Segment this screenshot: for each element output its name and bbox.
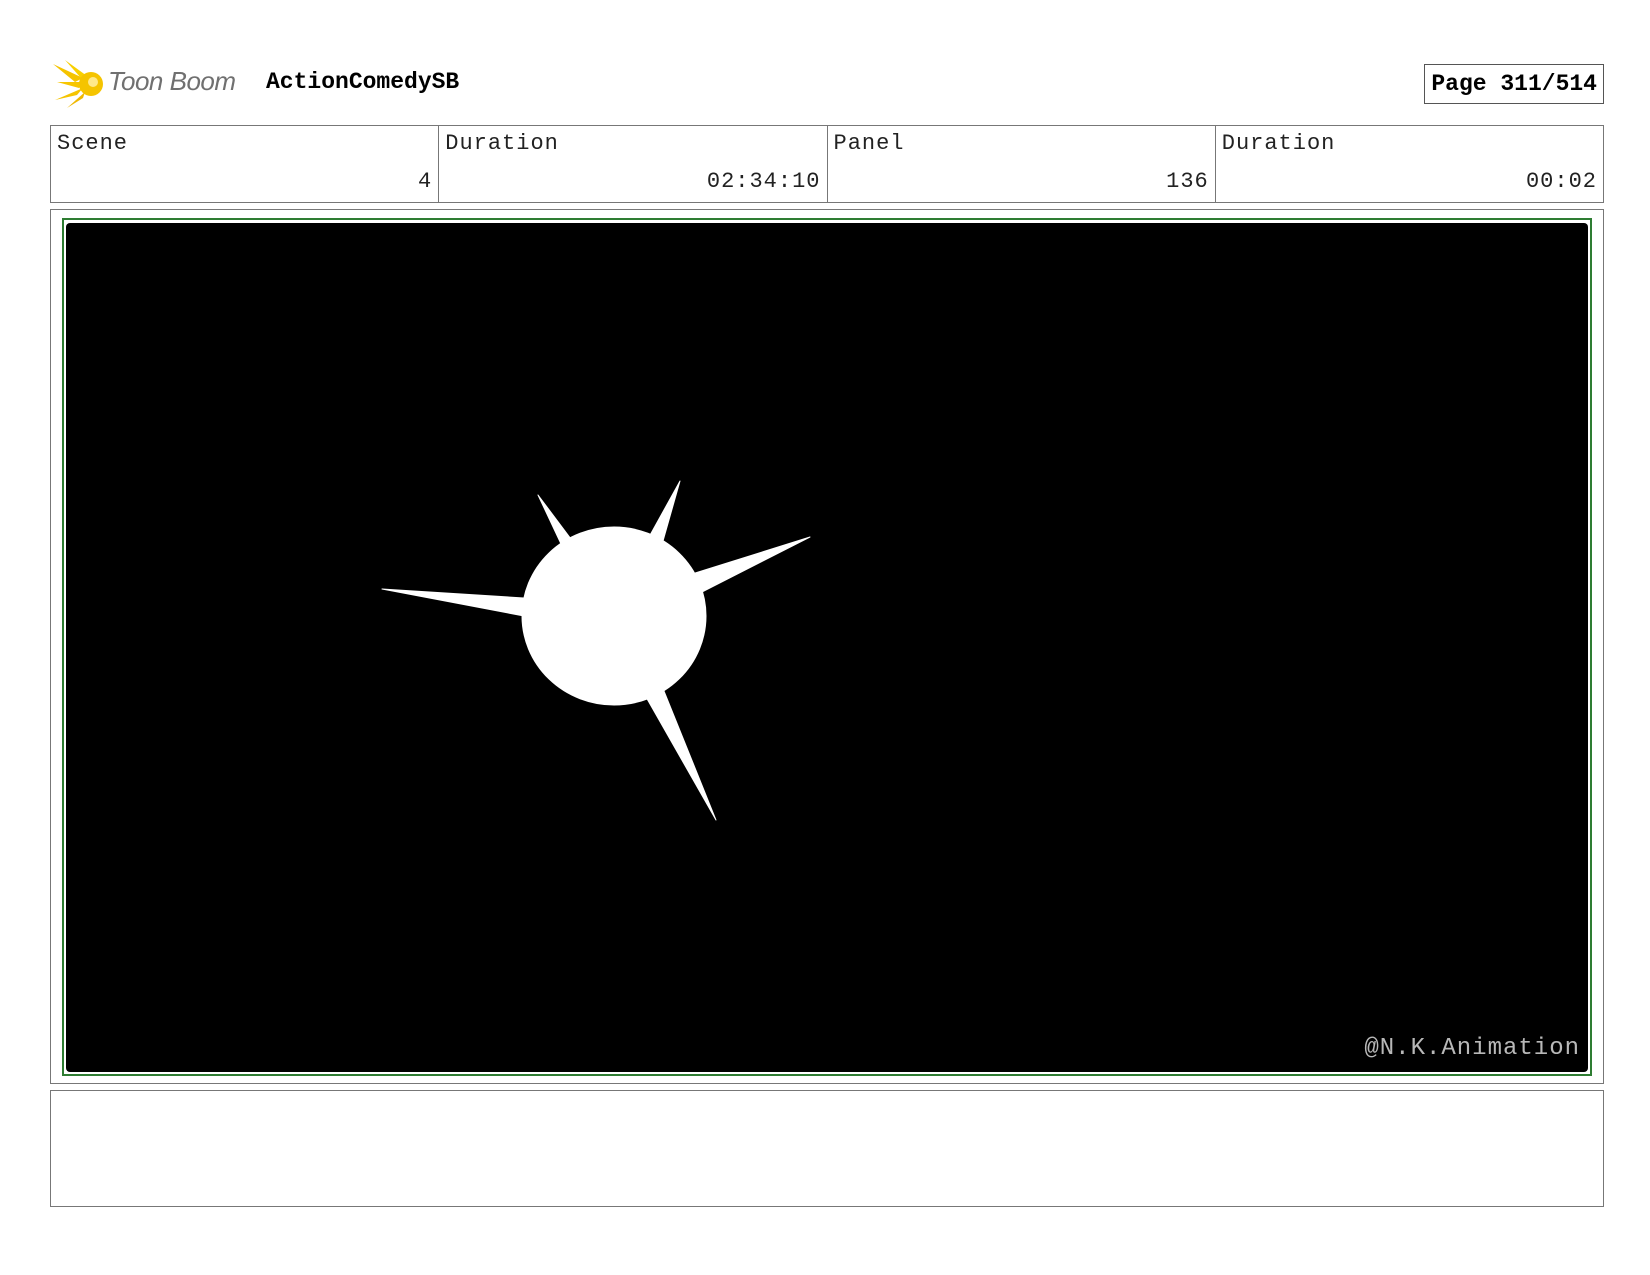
scene-label: Scene (57, 131, 129, 156)
panel-info-table: Scene 4 Duration 02:34:10 Panel 136 Dura… (50, 125, 1604, 203)
toon-boom-logo-icon (53, 60, 103, 108)
panel-drawing-area: @N.K.Animation (66, 223, 1588, 1072)
burst-center (521, 526, 707, 706)
panel-duration-cell: Duration 00:02 (1216, 126, 1603, 202)
scene-duration-value: 02:34:10 (706, 169, 821, 194)
panel-notes-box (50, 1090, 1604, 1207)
page-number: Page 311/514 (1424, 64, 1604, 104)
scene-duration-label: Duration (445, 131, 559, 156)
burst-spike-upper-left (537, 494, 572, 547)
panel-label: Panel (833, 131, 905, 156)
watermark: @N.K.Animation (1364, 1035, 1580, 1062)
burst-spike-left (381, 588, 525, 617)
scene-cell: Scene 4 (51, 126, 440, 202)
brand-name: Toon Boom (108, 66, 236, 96)
panel-value: 136 (1166, 169, 1209, 194)
panel-cell: Panel 136 (828, 126, 1216, 202)
project-title: ActionComedySB (266, 69, 460, 95)
panel-duration-value: 00:02 (1525, 169, 1597, 194)
burst-spike-right (691, 536, 811, 594)
burst-spike-bottom (645, 690, 717, 821)
panel-image: @N.K.Animation (62, 218, 1592, 1076)
scene-value: 4 (418, 169, 433, 194)
burst-spike-top (648, 480, 681, 542)
impact-burst-drawing (381, 480, 811, 821)
page-header: Toon Boom ActionComedySB Page 311/514 (50, 58, 1604, 108)
scene-duration-cell: Duration 02:34:10 (439, 126, 828, 202)
panel-duration-label: Duration (1221, 131, 1336, 156)
panel-frame: @N.K.Animation (50, 209, 1604, 1084)
